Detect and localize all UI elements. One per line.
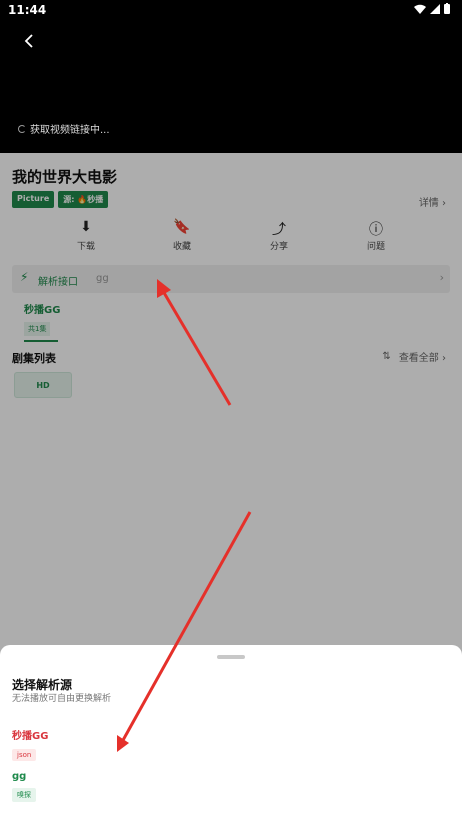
drag-handle[interactable] xyxy=(217,655,245,659)
option-name: gg xyxy=(12,771,27,782)
option-name: 秒播GG xyxy=(12,731,49,742)
loading-text: 获取视频链接中... xyxy=(30,125,110,136)
wifi-icon xyxy=(414,4,426,14)
battery-icon xyxy=(444,3,450,14)
parse-source-sheet: 选择解析源 无法播放可自由更换解析 秒播GG json gg 嗅探 xyxy=(0,645,462,821)
source-option-gg[interactable]: gg 嗅探 xyxy=(12,771,36,802)
spinner-icon xyxy=(18,124,26,133)
loading-indicator: 获取视频链接中... xyxy=(18,121,110,136)
back-arrow-icon[interactable] xyxy=(18,30,40,52)
signal-icon xyxy=(430,3,440,14)
status-bar: 11:44 xyxy=(0,0,462,20)
source-option-miaobo-gg[interactable]: 秒播GG json xyxy=(12,727,48,761)
option-type-badge: json xyxy=(12,749,37,761)
status-time: 11:44 xyxy=(8,3,47,17)
sheet-subtitle: 无法播放可自由更换解析 xyxy=(12,694,112,704)
status-icons xyxy=(414,3,450,14)
option-type-badge: 嗅探 xyxy=(12,788,36,802)
video-player[interactable]: 11:44 获取视频链接中... xyxy=(0,0,462,153)
